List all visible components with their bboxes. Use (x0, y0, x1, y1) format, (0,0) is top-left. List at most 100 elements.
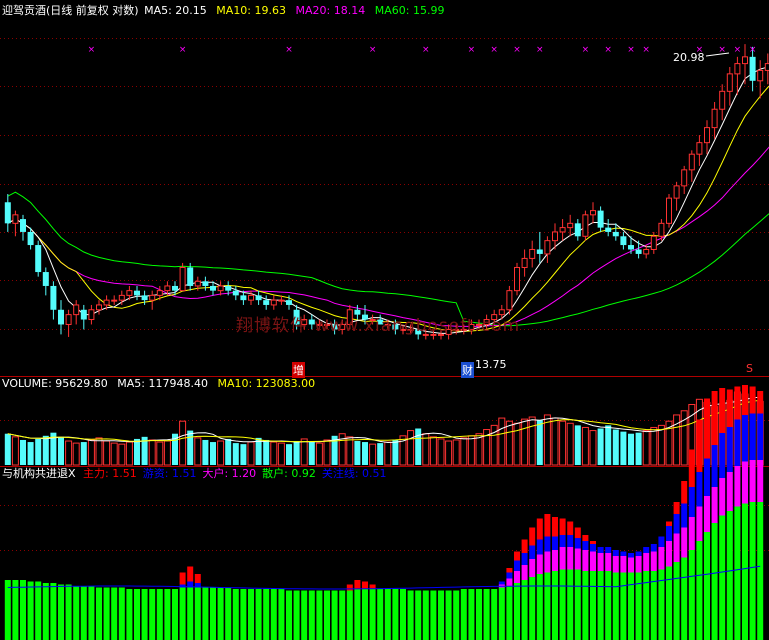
volume-bar (308, 442, 315, 465)
indicator-bar-游资 (514, 560, 520, 571)
marker-s: S (746, 362, 753, 375)
indicator-bar-散户 (514, 583, 520, 640)
candle-body (643, 248, 650, 255)
indicator-bar-游资 (635, 551, 642, 556)
indicator-bar-游资 (506, 572, 513, 579)
indicator-bar-散户 (666, 566, 672, 640)
volume-bar (315, 442, 323, 466)
candle-body (149, 294, 156, 301)
indicator-bar-游资 (597, 547, 604, 553)
volume-bar (225, 438, 232, 465)
ma20-readout: MA20: 18.14 (295, 4, 366, 17)
indicator-bar-主力 (521, 539, 528, 553)
volume-bar (620, 431, 627, 465)
indicator-bar-散户 (293, 590, 300, 640)
volume-bar (293, 441, 300, 465)
indicator-bar-主力 (726, 389, 733, 427)
indicator-bar-大户 (590, 551, 596, 571)
candle-body (658, 222, 665, 237)
ma60-readout: MA60: 15.99 (374, 4, 445, 17)
candle-body (582, 214, 589, 237)
indicator-bar-大户 (567, 547, 574, 570)
indicator-bar-大户 (506, 578, 513, 586)
indicator-bar-主力 (681, 481, 688, 504)
volume-bar (11, 436, 19, 466)
volume-bar (20, 439, 26, 465)
indicator-bar-散户 (27, 581, 34, 640)
indicator-bar-大户 (559, 547, 566, 570)
volume-bar (277, 442, 285, 466)
volume-readout: VOLUME: 95629.80 (2, 377, 108, 390)
volume-bar (536, 420, 543, 465)
volume-bar (559, 420, 567, 466)
indicator-bar-大户 (658, 547, 665, 570)
indicator-readout-4: 关注线: 0.51 (321, 467, 387, 480)
indicator-bar-散户 (407, 590, 414, 640)
volume-bar (392, 439, 399, 465)
volume-bar (187, 430, 194, 465)
indicator-bar-散户 (331, 590, 338, 640)
indicator-bar-游资 (711, 445, 718, 487)
volume-bar (642, 430, 650, 466)
volume-bar (650, 426, 658, 466)
indicator-bar-散户 (438, 590, 444, 640)
indicator-bar-散户 (194, 587, 201, 640)
indicator-bar-散户 (544, 572, 551, 640)
indicator-readout-2: 大户: 1.20 (202, 467, 257, 480)
indicator-bar-散户 (346, 590, 353, 640)
candle-body (719, 90, 726, 110)
candle-body (225, 285, 232, 291)
indicator-bar-散户 (172, 589, 178, 640)
volume-bar (270, 441, 278, 466)
indicator-bar-大户 (612, 556, 619, 573)
indicator-bar-游资 (666, 526, 672, 541)
indicator-bar-主力 (362, 581, 368, 589)
indicator-bar-游资 (734, 419, 741, 466)
indicator-bar-散户 (400, 589, 406, 640)
indicator-bar-大户 (597, 553, 604, 571)
indicator-bar-大户 (552, 550, 558, 571)
indicator-bar-散户 (362, 589, 368, 640)
volume-bar (437, 438, 445, 466)
indicator-bar-大户 (529, 559, 536, 577)
volume-bar (346, 436, 354, 466)
indicator-bar-散户 (324, 590, 330, 640)
indicator-bar-主力 (734, 386, 741, 420)
indicator-readout-3: 散户: 0.92 (262, 467, 316, 480)
candle-body (179, 266, 186, 292)
indicator-bar-散户 (88, 586, 95, 640)
indicator-bar-散户 (111, 587, 118, 640)
volume-bar (134, 438, 140, 465)
indicator-bar-大户 (635, 556, 642, 573)
indicator-bar-散户 (179, 587, 186, 640)
indicator-bar-散户 (263, 589, 270, 640)
indicator-bar-散户 (567, 569, 574, 640)
indicator-bar-散户 (422, 590, 429, 640)
signal-cross-mark: × (582, 45, 590, 55)
candle-body (172, 285, 178, 291)
indicator-bar-散户 (369, 589, 376, 640)
candle-body (20, 219, 26, 232)
candle-body (650, 235, 657, 250)
indicator-bar-散户 (559, 569, 566, 640)
ma5-readout: MA5: 20.15 (144, 4, 207, 17)
indicator-bar-散户 (681, 557, 688, 640)
volume-bar (657, 424, 665, 466)
indicator-bar-散户 (58, 584, 64, 640)
indicator-bar-大户 (544, 551, 551, 573)
stock-title: 迎驾贡酒(日线 前复权 对数) (2, 4, 139, 17)
indicator-bar-散户 (187, 587, 194, 640)
volume-bar (87, 439, 95, 466)
volume-bar (148, 439, 156, 466)
candle-body (628, 245, 634, 250)
indicator-bar-大户 (719, 478, 726, 516)
candle-body (521, 257, 528, 268)
ma60-line (7, 191, 769, 327)
indicator-bar-散户 (757, 502, 764, 640)
marker-cai: 财 (461, 362, 474, 378)
volume-panel-header: VOLUME: 95629.80 MA5: 117948.40 MA10: 12… (2, 377, 321, 390)
indicator-bar-散户 (521, 580, 528, 640)
indicator-bar-游资 (552, 536, 558, 550)
indicator-bar-散户 (141, 589, 148, 640)
signal-cross-mark: × (179, 45, 187, 55)
